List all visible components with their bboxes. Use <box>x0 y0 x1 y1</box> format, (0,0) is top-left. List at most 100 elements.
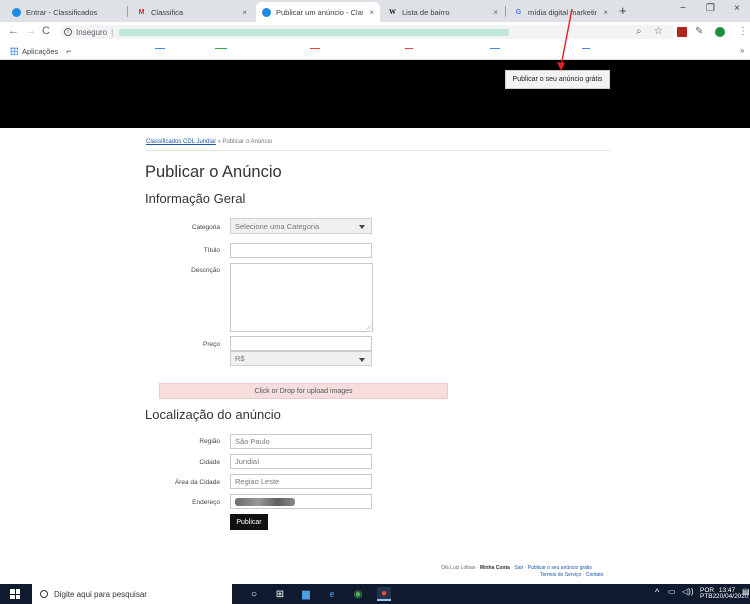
tab-close-icon[interactable]: × <box>493 8 498 17</box>
city-area-input[interactable]: Regiao Leste <box>230 474 372 489</box>
title-input[interactable] <box>230 243 372 258</box>
bookmark-item[interactable] <box>490 48 500 49</box>
taskbar-search[interactable]: Digite aqui para pesquisar <box>32 584 232 604</box>
bookmark-item[interactable] <box>215 48 227 49</box>
tray-chevron-icon[interactable]: ^ <box>655 588 659 597</box>
firefox-icon[interactable]: ● <box>377 587 391 601</box>
publish-submit-button[interactable]: Publicar <box>230 514 268 530</box>
tab-label: Lista de bairro <box>402 7 450 17</box>
bookmarks-overflow-icon[interactable]: » <box>740 46 744 55</box>
edge-icon[interactable]: e <box>325 587 339 601</box>
maximize-button[interactable]: ❐ <box>706 3 715 14</box>
security-label: Inseguro <box>76 27 108 37</box>
logout-link[interactable]: Sair <box>514 565 523 571</box>
input-language[interactable]: POR PTB2 <box>700 587 716 600</box>
taskbar-clock[interactable]: 13:47 20/04/2020 <box>716 587 749 600</box>
tab-separator <box>127 6 128 17</box>
gmail-icon: M <box>138 8 145 16</box>
address-label: Endereço <box>192 499 220 506</box>
profile-avatar-icon[interactable] <box>715 27 725 37</box>
description-textarea[interactable] <box>230 263 373 332</box>
info-icon[interactable]: i <box>64 28 72 36</box>
redacted-url <box>119 28 510 36</box>
chrome-icon[interactable]: ◉ <box>351 587 365 601</box>
region-input[interactable]: São Paulo <box>230 434 372 449</box>
tab-label: Publicar um anúncio - Clas <box>276 7 364 17</box>
tab-entrar-classificados[interactable]: Entrar - Classificados <box>6 2 124 22</box>
site-favicon-icon <box>262 7 271 17</box>
city-input[interactable]: Jundiaí <box>230 454 372 469</box>
store-icon[interactable]: ▆ <box>299 587 313 601</box>
my-account-link[interactable]: Minha Conta <box>480 565 510 571</box>
apps-grid-icon <box>10 47 18 55</box>
bookmark-item[interactable] <box>310 48 320 49</box>
network-icon[interactable]: ▭ <box>668 588 676 596</box>
category-selected-value: Selecione uma Categoria <box>235 221 320 231</box>
price-input[interactable] <box>230 336 372 351</box>
pdf-extension-icon[interactable] <box>677 27 687 37</box>
footer-publish-link[interactable]: Publicar o seu anúncio grátis <box>528 565 592 571</box>
dropdown-caret-icon <box>359 357 365 362</box>
bookmark-apps[interactable]: Aplicações ⌐ <box>10 46 72 56</box>
notifications-icon[interactable]: ▤ <box>742 588 750 596</box>
image-upload-dropzone[interactable]: Click or Drop for upload images <box>159 383 448 399</box>
bookmark-item[interactable] <box>155 48 165 49</box>
tab-publicar-anuncio[interactable]: Publicar um anúncio - Clas × <box>256 2 380 22</box>
browser-tab-bar: Entrar - Classificados M Classifica × Pu… <box>0 0 750 22</box>
browser-toolbar: ← → C i Inseguro | ⌕ ☆ ✎ ⋮ <box>0 22 750 42</box>
tab-close-icon[interactable]: × <box>242 8 247 17</box>
tab-close-icon[interactable]: × <box>369 8 374 17</box>
volume-icon[interactable]: ◁)) <box>682 588 693 596</box>
reload-icon[interactable]: C <box>42 25 50 37</box>
forward-arrow-icon[interactable]: → <box>25 25 36 37</box>
bookmark-item[interactable] <box>405 48 413 49</box>
close-window-button[interactable]: × <box>734 3 740 14</box>
zoom-icon[interactable]: ⌕ <box>636 26 642 37</box>
menu-kebab-icon[interactable]: ⋮ <box>738 26 748 37</box>
description-label: Descrição <box>191 267 220 274</box>
apps-label: Aplicações <box>22 46 59 56</box>
breadcrumb-home-link[interactable]: Classificados CDL Jundiaí <box>146 139 216 145</box>
annotation-arrow-icon <box>557 8 573 71</box>
footer-user-links: Olá Luiz Lolivar · Minha Conta · Sair · … <box>441 565 592 571</box>
task-view-icon[interactable]: ⊞ <box>273 587 287 601</box>
currency-select[interactable]: R$ <box>230 351 372 366</box>
back-arrow-icon[interactable]: ← <box>8 25 19 37</box>
minimize-button[interactable]: − <box>680 3 686 14</box>
tab-classifica[interactable]: M Classifica × <box>131 2 253 22</box>
tab-lista-de-bairro[interactable]: W Lista de bairro × <box>382 2 504 22</box>
pen-extension-icon[interactable]: ✎ <box>695 26 703 37</box>
breadcrumb-current: Publicar o Anúncio <box>222 139 273 145</box>
tab-close-icon[interactable]: × <box>603 8 608 17</box>
city-label: Cidade <box>199 459 220 466</box>
resize-grip-icon[interactable] <box>366 325 371 330</box>
price-label: Preço <box>203 341 220 348</box>
publish-ad-header-button[interactable]: Publicar o seu anúncio grátis <box>505 70 610 89</box>
tab-label: Entrar - Classificados <box>26 7 98 17</box>
location-heading: Localização do anúncio <box>145 407 281 422</box>
region-label: Região <box>199 438 220 445</box>
contact-link[interactable]: Contato <box>586 572 604 578</box>
site-favicon-icon <box>12 7 21 17</box>
currency-selected-value: R$ <box>235 354 245 363</box>
cortana-icon[interactable]: ○ <box>247 587 261 601</box>
bookmarks-bar: Aplicações ⌐ <box>0 42 750 60</box>
tab-label: Classifica <box>151 7 184 17</box>
dropdown-caret-icon <box>359 225 365 229</box>
breadcrumb: Classificados CDL Jundiaí » Publicar o A… <box>146 139 272 145</box>
bookmark-star-icon[interactable]: ☆ <box>654 26 663 37</box>
windows-start-icon[interactable] <box>10 589 20 599</box>
terms-link[interactable]: Termos do Serviço <box>540 572 581 578</box>
address-input[interactable] <box>230 494 372 509</box>
new-tab-button[interactable]: + <box>619 3 627 18</box>
category-select[interactable]: Selecione uma Categoria <box>230 218 372 234</box>
search-icon <box>40 590 48 598</box>
tab-separator <box>505 6 506 17</box>
page-title: Publicar o Anúncio <box>145 163 282 181</box>
taskbar-search-placeholder: Digite aqui para pesquisar <box>54 589 147 599</box>
address-bar[interactable]: i Inseguro | <box>60 25 675 39</box>
footer-greeting: Olá Luiz Lolivar · <box>441 565 479 571</box>
bookmark-favicon-icon[interactable]: ⌐ <box>66 46 71 56</box>
site-header <box>0 60 750 128</box>
bookmark-item[interactable] <box>582 48 590 49</box>
